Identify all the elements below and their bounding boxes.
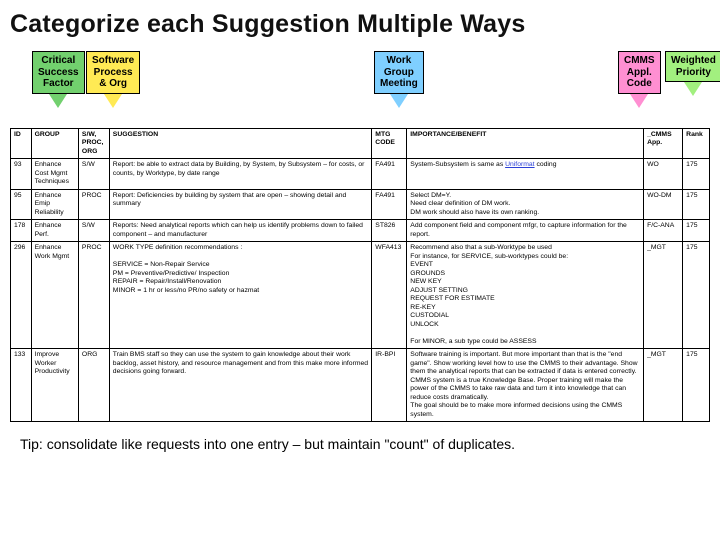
cell-group: Enhance Cost Mgmt Techniques [31,159,78,189]
col-swpo: S/W, PROC, ORG [78,129,109,159]
chevron-down-icon [684,82,702,96]
cell-cmms: F/C-ANA [644,220,683,242]
cell-imp: Recommend also that a sub-Worktype be us… [407,242,644,349]
cell-swpo: PROC [78,189,109,219]
cell-sugg: Reports: Need analytical reports which c… [109,220,372,242]
cell-id: 95 [11,189,32,219]
table-row: 133Improve Worker ProductivityORGTrain B… [11,349,710,422]
tip-text: Tip: consolidate like requests into one … [20,436,710,452]
cell-rank: 175 [683,159,710,189]
pointer-label: CMMSAppl.Code [618,51,661,94]
cell-id: 133 [11,349,32,422]
chevron-down-icon [49,94,67,108]
cell-mtg: IR-BPI [372,349,407,422]
cell-id: 93 [11,159,32,189]
table-header-row: ID GROUP S/W, PROC, ORG SUGGESTION MTG C… [11,129,710,159]
pointer-label: WorkGroupMeeting [374,51,424,94]
cell-sugg: Report: Deficiencies by building by syst… [109,189,372,219]
cell-sugg: Report: be able to extract data by Build… [109,159,372,189]
slide-title: Categorize each Suggestion Multiple Ways [10,10,710,39]
cell-rank: 175 [683,189,710,219]
cell-imp: System-Subsystem is same as Uniformat co… [407,159,644,189]
col-id: ID [11,129,32,159]
cell-group: Improve Worker Productivity [31,349,78,422]
cell-mtg: WFA413 [372,242,407,349]
cell-group: Enhance Work Mgmt [31,242,78,349]
cell-mtg: FA491 [372,189,407,219]
cell-swpo: ORG [78,349,109,422]
cell-cmms: _MGT [644,349,683,422]
cell-imp: Add component field and component mfgr, … [407,220,644,242]
cell-swpo: S/W [78,220,109,242]
category-pointer: SoftwareProcess& Org [86,51,140,108]
table-row: 178Enhance Perf.S/WReports: Need analyti… [11,220,710,242]
cell-rank: 175 [683,220,710,242]
cell-sugg: WORK TYPE definition recommendations :SE… [109,242,372,349]
table-row: 93Enhance Cost Mgmt TechniquesS/WReport:… [11,159,710,189]
col-imp: IMPORTANCE/BENEFIT [407,129,644,159]
category-pointer: WeightedPriority [665,51,720,96]
cell-group: Enhance Perf. [31,220,78,242]
cell-mtg: ST826 [372,220,407,242]
cell-cmms: _MGT [644,242,683,349]
cell-cmms: WO [644,159,683,189]
cell-swpo: S/W [78,159,109,189]
pointer-label: WeightedPriority [665,51,720,82]
cell-rank: 175 [683,349,710,422]
col-mtg: MTG CODE [372,129,407,159]
category-pointer: CMMSAppl.Code [618,51,661,108]
suggestion-table: ID GROUP S/W, PROC, ORG SUGGESTION MTG C… [10,128,710,422]
table-row: 296Enhance Work MgmtPROCWORK TYPE defini… [11,242,710,349]
cell-id: 296 [11,242,32,349]
chevron-down-icon [104,94,122,108]
col-cmms: _CMMS App. [644,129,683,159]
pointer-row: CriticalSuccessFactorSoftwareProcess& Or… [10,51,710,126]
col-sugg: SUGGESTION [109,129,372,159]
pointer-label: SoftwareProcess& Org [86,51,140,94]
cell-group: Enhance Emip Reliability [31,189,78,219]
cell-mtg: FA491 [372,159,407,189]
cell-id: 178 [11,220,32,242]
cell-cmms: WO-DM [644,189,683,219]
pointer-label: CriticalSuccessFactor [32,51,85,94]
cell-sugg: Train BMS staff so they can use the syst… [109,349,372,422]
col-group: GROUP [31,129,78,159]
cell-swpo: PROC [78,242,109,349]
category-pointer: CriticalSuccessFactor [32,51,85,108]
cell-rank: 175 [683,242,710,349]
cell-imp: Select DM=Y.Need clear definition of DM … [407,189,644,219]
col-rank: Rank [683,129,710,159]
chevron-down-icon [630,94,648,108]
cell-imp: Software training is important. But more… [407,349,644,422]
category-pointer: WorkGroupMeeting [374,51,424,108]
table-row: 95Enhance Emip ReliabilityPROCReport: De… [11,189,710,219]
chevron-down-icon [390,94,408,108]
